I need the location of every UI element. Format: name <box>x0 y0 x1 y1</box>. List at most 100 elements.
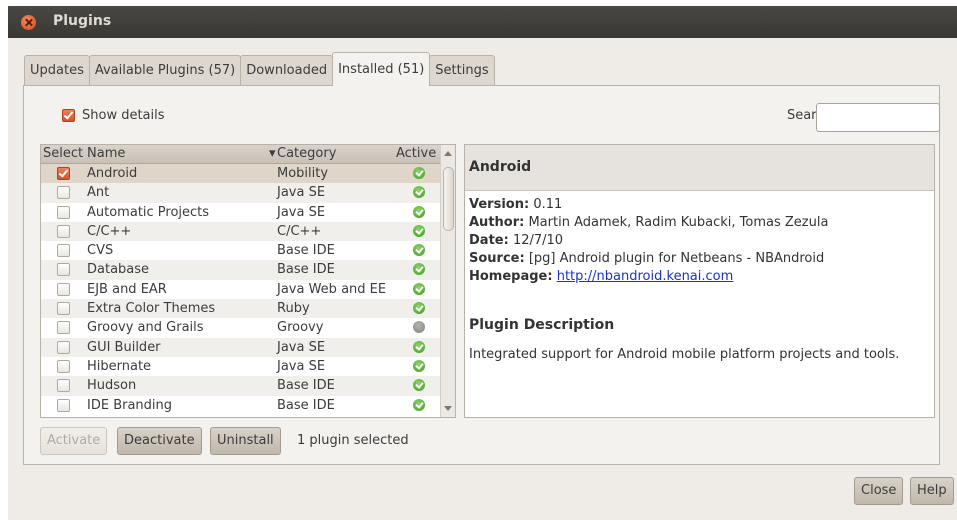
plugin-name: Database <box>87 262 150 278</box>
plugin-category: Base IDE <box>277 262 335 278</box>
tab-updates[interactable]: Updates <box>24 55 90 86</box>
table-row[interactable]: GUI Builder Java SE <box>41 337 441 357</box>
table-header: Select Name ▾ Category Active <box>41 145 441 164</box>
row-select-checkbox[interactable] <box>57 186 70 200</box>
scroll-down-icon[interactable] <box>444 406 452 411</box>
table-scrollbar[interactable] <box>440 145 455 417</box>
column-header-active[interactable]: Active <box>396 146 436 161</box>
tab-bar: Updates Available Plugins (57) Downloade… <box>24 52 495 86</box>
plugin-name: Hudson <box>87 378 137 394</box>
row-select-checkbox[interactable] <box>57 205 70 219</box>
plugin-category: Java SE <box>277 339 326 355</box>
row-select-checkbox[interactable] <box>57 321 70 335</box>
deactivate-button[interactable]: Deactivate <box>117 427 202 455</box>
tab-available-plugins[interactable]: Available Plugins (57) <box>88 55 242 86</box>
active-check-icon <box>413 282 425 295</box>
tab-installed[interactable]: Installed (51) <box>332 52 431 86</box>
plugin-category: Base IDE <box>277 397 335 413</box>
table-row[interactable]: Ant Java SE <box>41 183 441 203</box>
detail-author: Author: Martin Adamek, Radim Kubacki, To… <box>469 215 829 230</box>
table-row[interactable]: C/C++ C/C++ <box>41 221 441 242</box>
column-header-select[interactable]: Select <box>43 146 83 161</box>
detail-homepage: Homepage: http://nbandroid.kenai.com <box>469 269 734 284</box>
scroll-up-icon[interactable] <box>444 151 452 156</box>
row-select-checkbox[interactable] <box>57 359 70 373</box>
detail-title: Android <box>469 159 532 175</box>
row-select-checkbox[interactable] <box>57 398 70 412</box>
plugin-detail-pane: Android Version: 0.11 Author: Martin Ada… <box>464 144 935 418</box>
help-button[interactable]: Help <box>910 477 954 505</box>
plugin-category: Base IDE <box>277 243 335 259</box>
show-details-checkbox[interactable] <box>62 109 75 122</box>
plugin-name: C/C++ <box>87 223 132 239</box>
plugin-category: Ruby <box>277 301 310 317</box>
show-details-toggle[interactable]: Show details <box>62 108 165 123</box>
plugin-name: Groovy and Grails <box>87 320 204 336</box>
plugin-category: Java SE <box>277 204 326 220</box>
table-row[interactable]: Database Base IDE <box>41 260 441 280</box>
active-check-icon <box>413 302 425 315</box>
row-select-checkbox[interactable] <box>57 282 70 296</box>
active-check-icon <box>413 224 425 237</box>
plugin-category: Groovy <box>277 320 324 336</box>
uninstall-button[interactable]: Uninstall <box>210 427 281 455</box>
plugin-category: C/C++ <box>277 223 322 239</box>
active-check-icon <box>413 167 425 179</box>
title-bar: Plugins <box>8 6 957 38</box>
active-check-icon <box>413 244 425 257</box>
row-select-checkbox[interactable] <box>57 263 70 277</box>
table-row[interactable]: EJB and EAR Java Web and EE <box>41 280 441 299</box>
close-button[interactable]: Close <box>854 477 904 505</box>
table-row[interactable]: IDE Branding Base IDE <box>41 396 441 415</box>
activate-button[interactable]: Activate <box>40 427 108 455</box>
column-header-category[interactable]: Category <box>277 146 336 161</box>
active-check-icon <box>413 186 425 199</box>
column-header-name[interactable]: Name <box>87 146 125 161</box>
plugin-name: CVS <box>87 243 114 259</box>
table-body: Android Mobility Ant Java SE Automatic Proje… <box>41 164 441 415</box>
homepage-link[interactable]: http://nbandroid.kenai.com <box>557 269 734 284</box>
active-check-icon <box>413 398 425 411</box>
window-title: Plugins <box>53 13 112 29</box>
detail-version: Version: 0.11 <box>469 197 563 212</box>
detail-source: Source: [pg] Android plugin for Netbeans… <box>469 251 825 266</box>
row-select-checkbox[interactable] <box>57 224 70 238</box>
table-row[interactable]: CVS Base IDE <box>41 241 441 260</box>
description-text: Integrated support for Android mobile pl… <box>469 347 900 362</box>
plugin-name: GUI Builder <box>87 339 161 355</box>
installed-panel: Show details Search: Select Name ▾ Categ… <box>23 85 940 465</box>
show-details-label: Show details <box>82 108 165 123</box>
row-select-checkbox[interactable] <box>57 379 70 393</box>
scrollbar-thumb[interactable] <box>443 167 454 231</box>
tab-settings[interactable]: Settings <box>429 55 495 86</box>
detail-header: Android <box>465 145 934 191</box>
window-close-button[interactable] <box>21 15 36 30</box>
detail-date: Date: 12/7/10 <box>469 233 564 248</box>
table-row[interactable]: Hibernate Java SE <box>41 357 441 376</box>
plugin-name: Hibernate <box>87 358 152 374</box>
table-row[interactable]: Android Mobility <box>41 164 441 184</box>
row-select-checkbox[interactable] <box>57 167 70 180</box>
table-row[interactable]: Groovy and Grails Groovy <box>41 318 441 337</box>
plugin-category: Java SE <box>277 185 326 201</box>
plugin-name: Ant <box>87 185 110 201</box>
table-row[interactable]: Extra Color Themes Ruby <box>41 299 441 319</box>
row-select-checkbox[interactable] <box>57 340 70 354</box>
plugin-category: Java Web and EE <box>277 281 387 297</box>
search-input[interactable] <box>816 103 940 132</box>
inactive-status-icon <box>413 321 425 334</box>
table-row[interactable]: Automatic Projects Java SE <box>41 203 441 222</box>
active-check-icon <box>413 340 425 353</box>
row-select-checkbox[interactable] <box>57 302 70 316</box>
table-row[interactable]: Hudson Base IDE <box>41 376 441 396</box>
tab-downloaded[interactable]: Downloaded <box>240 55 334 86</box>
plugin-category: Base IDE <box>277 378 335 394</box>
row-select-checkbox[interactable] <box>57 244 70 258</box>
active-check-icon <box>413 263 425 276</box>
plugin-name: EJB and EAR <box>87 281 167 297</box>
active-check-icon <box>413 205 425 218</box>
plugin-name: Automatic Projects <box>87 204 210 220</box>
selection-status: 1 plugin selected <box>297 433 409 448</box>
plugin-name: Extra Color Themes <box>87 301 216 317</box>
plugin-name: IDE Branding <box>87 397 173 413</box>
